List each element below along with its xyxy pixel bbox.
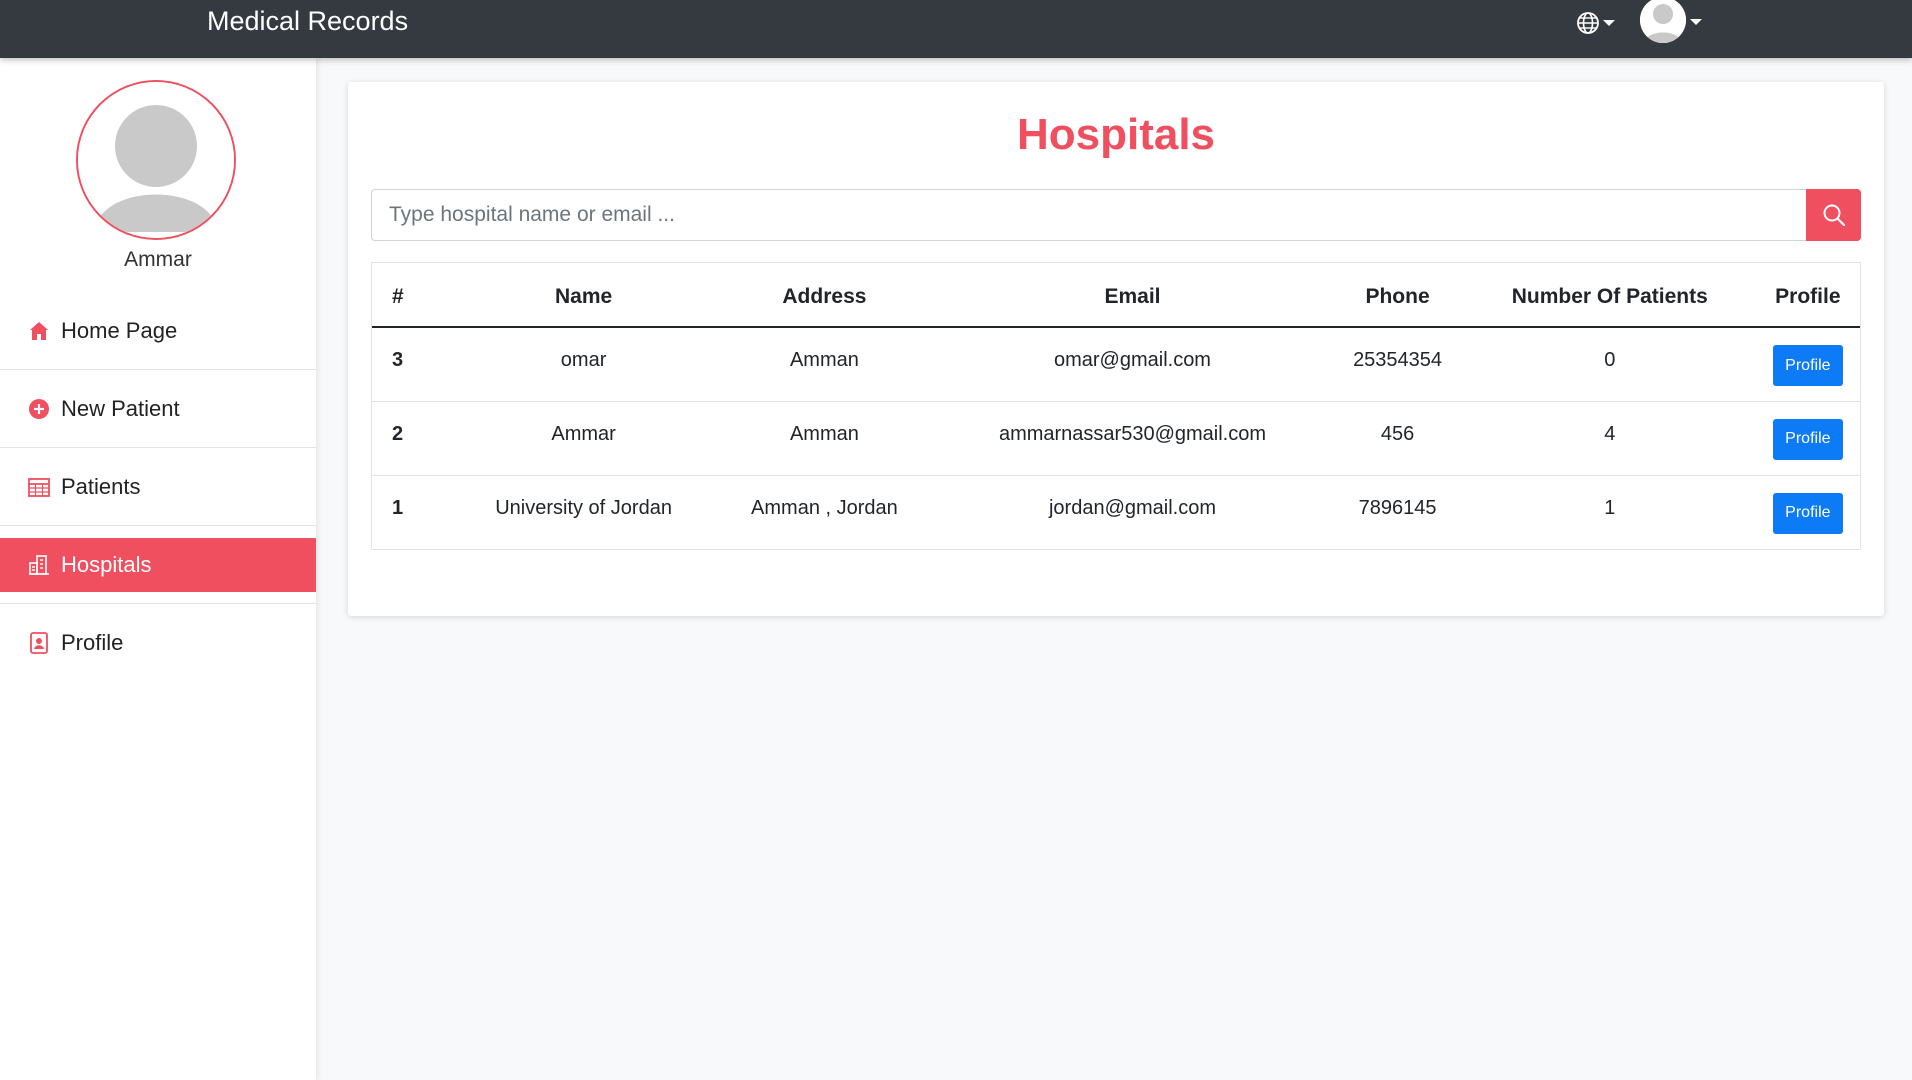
cell-number: 1 [392,496,404,519]
cell-address: Amman [715,327,934,402]
cell-email: jordan@gmail.com [1048,496,1216,519]
sidebar-item-label: Profile [61,630,124,655]
sidebar-item-label: New Patient [61,396,180,421]
home-icon [28,320,50,342]
cell-patients: 1 [1604,496,1616,519]
column-header-name: Name [452,263,716,328]
hospitals-table: # Name Address Email Phone Number Of Pat… [371,262,1861,550]
search-icon [1823,204,1845,227]
profile-button[interactable]: Profile [1772,492,1843,534]
sidebar-item-new-patient[interactable]: New Patient [0,382,316,448]
table-row: 2 Ammar Amman ammarnassar530@gmail.com 4… [372,401,1860,476]
sidebar-user-name: Ammar [124,248,192,271]
column-header-number: # [372,263,452,328]
column-header-email: Email [933,263,1332,328]
plus-circle-icon [28,398,50,420]
cell-phone: 7896145 [1358,496,1437,519]
hospital-icon [28,554,50,576]
sidebar-item-home[interactable]: Home Page [0,304,316,370]
table-header-row: # Name Address Email Phone Number Of Pat… [372,263,1860,328]
cell-patients: 0 [1463,327,1756,402]
cell-name: University of Jordan [495,496,672,519]
chevron-down-icon [1690,19,1702,25]
profile-card-icon [28,632,50,654]
globe-icon [1577,12,1599,34]
cell-phone: 456 [1331,401,1464,476]
user-avatar-icon [1640,0,1686,43]
cell-email: omar@gmail.com [933,327,1332,402]
sidebar-item-label: Home Page [61,318,178,343]
column-header-phone: Phone [1331,263,1464,328]
sidebar-menu: Home Page New Patient Patients Hospitals… [0,304,316,694]
table-row: 3 omar Amman omar@gmail.com 25354354 0 P… [372,327,1860,402]
sidebar: Ammar Home Page New Patient Patients Hos… [0,58,316,1080]
column-header-patients: Number Of Patients [1463,263,1756,328]
sidebar-item-profile[interactable]: Profile [0,616,316,670]
search-bar [371,189,1861,241]
search-button[interactable] [1806,189,1861,241]
cell-number: 3 [372,327,452,402]
language-dropdown[interactable] [1576,10,1615,36]
table-row: 1 University of Jordan Amman , Jordan jo… [372,475,1860,549]
cell-profile: Profile [1755,327,1860,402]
brand-title[interactable]: Medical Records [207,6,408,37]
profile-button[interactable]: Profile [1772,418,1843,460]
cell-email: ammarnassar530@gmail.com [933,401,1332,476]
cell-patients: 4 [1463,401,1756,476]
cell-address: Amman , Jordan [751,496,898,519]
user-menu-dropdown[interactable] [1640,0,1702,44]
table-icon [28,476,50,498]
cell-name: omar [452,327,716,402]
search-input[interactable] [371,189,1806,241]
cell-number: 2 [372,401,452,476]
column-header-address: Address [715,263,934,328]
page-title: Hospitals [1016,110,1216,159]
sidebar-item-hospitals[interactable]: Hospitals [0,538,316,604]
sidebar-item-patients[interactable]: Patients [0,460,316,526]
cell-name: Ammar [452,401,716,476]
cell-profile: Profile [1756,475,1860,549]
cell-profile: Profile [1755,401,1860,476]
cell-phone: 25354354 [1331,327,1464,402]
user-avatar-icon [78,82,234,238]
sidebar-item-label: Patients [61,474,141,499]
avatar [1640,0,1686,43]
sidebar-avatar[interactable] [76,80,236,240]
column-header-profile: Profile [1755,263,1860,328]
cell-address: Amman [715,401,934,476]
sidebar-item-label: Hospitals [61,552,152,577]
chevron-down-icon [1603,20,1615,26]
top-navbar: Medical Records [0,0,1912,58]
hospitals-card: Hospitals # Name Address Email Phone Num… [348,82,1884,616]
profile-button[interactable]: Profile [1772,345,1843,386]
